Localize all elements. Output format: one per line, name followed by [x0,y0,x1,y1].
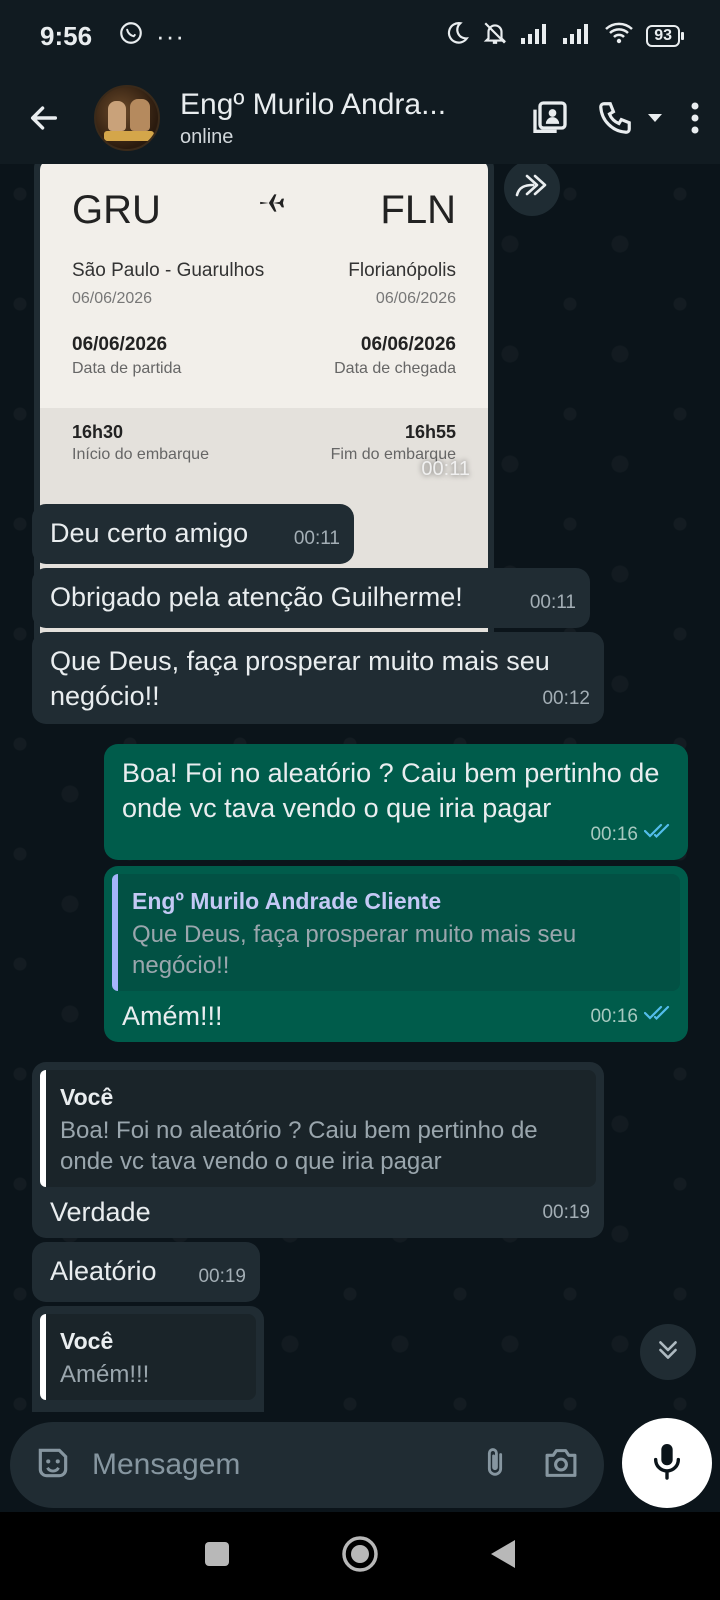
avatar[interactable] [94,85,160,151]
message-time: 00:12 [542,688,590,709]
back-arrow-icon[interactable] [20,94,68,142]
back-nav-icon[interactable] [489,1538,517,1575]
destination-code: FLN [380,188,456,232]
message-time: 00:19 [198,1266,246,1287]
quoted-message[interactable]: Engº Murilo Andrade Cliente Que Deus, fa… [112,874,680,991]
departure-label: Data de partida [72,360,182,377]
message-text: Obrigado pela atenção Guilherme! [50,582,463,612]
message-time: 00:16 [590,824,638,845]
message-time: 00:16 [590,1006,638,1027]
phone-call-icon[interactable] [596,99,634,137]
attach-icon[interactable] [478,1444,512,1487]
chat-header: Engº Murilo Andra... online [0,72,720,164]
double-chevron-down-icon [655,1337,681,1368]
origin-code: GRU [72,188,161,232]
message-time: 00:19 [542,1202,590,1223]
recent-apps-icon[interactable] [203,1540,231,1573]
quoted-text: Que Deus, faça prosperar muito mais seu … [132,921,577,979]
quoted-message[interactable]: Você Amém!!! [40,1314,256,1400]
message-time: 00:11 [529,592,576,613]
do-not-disturb-icon [444,20,470,53]
origin-city: São Paulo - Guarulhos [72,260,265,281]
message-text: Verdade [50,1197,151,1227]
boarding-end-time: 16h55 [404,422,456,442]
message-time: 00:11 [421,458,470,480]
read-ticks-icon [643,817,674,852]
quoted-text: Amém!!! [60,1361,150,1388]
muted-bell-icon [482,20,508,53]
signal-2-icon [562,21,592,52]
incoming-reply-message[interactable]: Você Amém!!! [32,1306,264,1412]
arrival-label: Data de chegada [334,360,456,377]
call-dropdown-icon[interactable] [646,112,664,124]
contact-name: Engº Murilo Andra... [180,87,447,121]
status-time: 9:56 [40,20,93,51]
more-options-icon[interactable] [690,101,700,135]
origin-date: 06/06/2026 [72,290,153,307]
system-navigation-bar [0,1512,720,1600]
forward-button[interactable] [504,164,560,216]
arrival-date: 06/06/2026 [360,334,456,355]
airplane-icon [258,190,284,221]
whatsapp-notification-icon [118,20,144,53]
quoted-author: Você [60,1328,114,1354]
status-bar: 9:56 ··· 93 [0,0,720,72]
boarding-start-time: 16h30 [72,422,124,442]
outgoing-message[interactable]: Boa! Foi no aleatório ? Caiu bem pertinh… [104,744,688,860]
incoming-message[interactable]: Que Deus, faça prosperar muito mais seu … [32,632,604,724]
incoming-message[interactable]: Deu certo amigo 00:11 [32,504,354,564]
microphone-icon [650,1441,684,1486]
sticker-icon[interactable] [34,1444,72,1487]
outgoing-reply-message[interactable]: Engº Murilo Andrade Cliente Que Deus, fa… [104,866,688,1042]
message-composer [10,1422,604,1508]
read-ticks-icon [643,999,674,1034]
message-text: Boa! Foi no aleatório ? Caiu bem pertinh… [122,758,660,823]
message-text: Que Deus, faça prosperar muito mais seu … [50,646,550,711]
contact-info[interactable]: Engº Murilo Andra... online [180,88,530,149]
incoming-reply-message[interactable]: Você Boa! Foi no aleatório ? Caiu bem pe… [32,1062,604,1238]
voice-message-button[interactable] [622,1418,712,1508]
more-notifications-icon: ··· [156,20,186,51]
quoted-message[interactable]: Você Boa! Foi no aleatório ? Caiu bem pe… [40,1070,596,1187]
chat-area[interactable]: GRU FLN São Paulo - Guarulhos Florianópo… [0,164,720,1412]
message-text: Deu certo amigo [50,518,249,548]
quoted-author: Engº Murilo Andrade Cliente [132,888,442,914]
message-input[interactable] [92,1448,478,1482]
scroll-to-bottom-button[interactable] [640,1324,696,1380]
quoted-author: Você [60,1084,114,1110]
message-text: Aleatório [50,1256,157,1286]
incoming-message[interactable]: Obrigado pela atenção Guilherme! 00:11 [32,568,590,628]
forward-icon [515,173,549,204]
boarding-start-label: Início do embarque [72,446,209,463]
destination-city: Florianópolis [348,260,456,281]
signal-icon [520,21,550,52]
destination-date: 06/06/2026 [375,290,456,307]
message-time: 00:11 [293,528,340,549]
wifi-icon [604,21,634,52]
video-call-icon[interactable] [530,98,570,138]
departure-date: 06/06/2026 [72,334,168,355]
quoted-text: Boa! Foi no aleatório ? Caiu bem pertinh… [60,1117,538,1175]
incoming-message[interactable]: Aleatório 00:19 [32,1242,260,1302]
home-icon[interactable] [341,1535,379,1578]
camera-icon[interactable] [542,1446,580,1485]
contact-status: online [180,125,234,148]
battery-indicator: 93 [646,25,684,47]
